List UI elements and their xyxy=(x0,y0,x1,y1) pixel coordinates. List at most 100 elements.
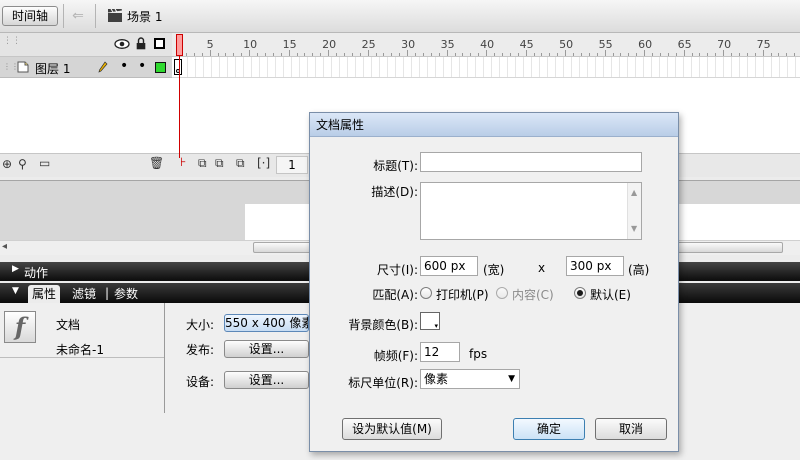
keyframe-cell[interactable] xyxy=(174,59,182,75)
title-input[interactable] xyxy=(420,152,642,172)
visibility-dot-icon[interactable]: • xyxy=(120,58,128,74)
ruler-tick xyxy=(699,53,701,56)
ruler-frame-number: 15 xyxy=(282,38,297,51)
ruler-tick xyxy=(185,53,187,56)
scroll-up-icon[interactable]: ▲ xyxy=(631,184,637,202)
ruler-frame-number: 20 xyxy=(322,38,337,51)
match-printer-radio[interactable] xyxy=(420,287,432,299)
match-contents-radio[interactable] xyxy=(496,287,508,299)
ruler-tick xyxy=(723,50,725,56)
match-default-label[interactable]: 默认(E) xyxy=(590,286,631,303)
layer-color-outline-icon[interactable] xyxy=(155,62,166,73)
ruler-tick xyxy=(573,53,574,56)
ok-button[interactable]: 确定 xyxy=(513,418,585,440)
match-default-radio[interactable] xyxy=(574,287,586,299)
tab-properties[interactable]: 属性 xyxy=(28,285,61,303)
ruler-tick xyxy=(375,53,377,56)
radio-selected-dot xyxy=(577,290,583,296)
ruler-tick xyxy=(478,53,480,56)
title-label: 标题(T): xyxy=(373,159,418,173)
insert-folder-icon[interactable]: ▭ xyxy=(39,156,50,170)
cancel-button[interactable]: 取消 xyxy=(595,418,667,440)
modify-onion-markers-icon[interactable]: [·] xyxy=(257,156,270,170)
ruler-tick xyxy=(604,50,606,56)
scroll-left-arrow-icon[interactable]: ◂ xyxy=(2,241,7,252)
show-hide-eye-icon[interactable] xyxy=(114,39,130,49)
back-arrow-icon[interactable]: ⇐ xyxy=(68,6,88,26)
height-unit-label: (高) xyxy=(628,263,650,277)
layer-page-icon xyxy=(17,61,29,73)
layer-row[interactable]: ⋮⋮ 图层 1 • • xyxy=(0,57,172,78)
ruler-frame-number: 10 xyxy=(243,38,258,51)
frames-row[interactable] xyxy=(172,57,800,78)
scene-label[interactable]: 场景 1 xyxy=(127,8,162,25)
ruler-tick xyxy=(391,53,393,56)
match-contents-label[interactable]: 内容(C) xyxy=(512,286,554,303)
ruler-tick xyxy=(407,50,409,56)
ruler-tick xyxy=(446,50,448,56)
timeline-toggle-button[interactable]: 时间轴 xyxy=(2,6,58,26)
ruler-tick xyxy=(454,53,456,56)
edit-multiple-frames-icon[interactable]: ⧉ xyxy=(236,156,245,171)
size-label: 大小: xyxy=(186,318,215,332)
onion-outline-icon[interactable]: ⧉ xyxy=(215,156,224,171)
center-frame-icon[interactable]: ⊦ xyxy=(180,155,186,169)
playhead-line xyxy=(179,56,180,158)
insert-layer-icon[interactable]: ⊕ xyxy=(2,157,12,171)
ruler-tick xyxy=(193,53,195,56)
ruler-tick xyxy=(430,53,432,56)
ruler-units-select[interactable]: 像素 ▼ xyxy=(420,369,520,389)
ruler-tick xyxy=(683,50,685,56)
ruler-tick xyxy=(525,50,527,56)
description-textarea[interactable]: ▲ ▼ xyxy=(420,182,642,240)
ruler-tick xyxy=(351,53,353,56)
frame-rate-input[interactable]: 12 xyxy=(420,342,460,362)
ruler-frame-number: 40 xyxy=(480,38,495,51)
tab-filters[interactable]: 滤镜 xyxy=(68,285,100,303)
lock-dot-icon[interactable]: • xyxy=(138,58,146,74)
outline-square-icon[interactable] xyxy=(154,38,165,49)
ruler-units-label: 标尺单位(R): xyxy=(348,376,418,390)
delete-layer-icon[interactable]: 🗑 xyxy=(149,156,164,170)
collapse-arrow-icon[interactable]: ▼ xyxy=(12,286,19,296)
ruler-tick xyxy=(557,53,559,56)
match-printer-label[interactable]: 打印机(P) xyxy=(436,286,489,303)
set-default-button[interactable]: 设为默认值(M) xyxy=(342,418,442,440)
ruler-frame-number: 60 xyxy=(638,38,653,51)
background-color-swatch[interactable]: ▾ xyxy=(420,312,440,330)
publish-label: 发布: xyxy=(186,343,215,357)
current-frame-field: 1 xyxy=(276,156,308,174)
width-input[interactable]: 600 px xyxy=(420,256,478,276)
ruler-tick xyxy=(762,50,764,56)
ruler-tick xyxy=(786,53,788,56)
motion-guide-icon[interactable]: ⚲ xyxy=(18,157,27,171)
dimensions-label: 尺寸(I): xyxy=(377,263,418,277)
frame-ruler[interactable]: 151015202530354045505560657075 xyxy=(172,33,800,57)
lock-icon[interactable] xyxy=(136,37,146,50)
ruler-tick xyxy=(746,53,748,56)
ruler-tick xyxy=(422,53,424,56)
playhead[interactable] xyxy=(176,34,183,56)
ruler-frame-number: 35 xyxy=(440,38,455,51)
device-settings-button[interactable]: 设置... xyxy=(224,371,309,389)
ruler-tick xyxy=(659,53,661,56)
ruler-tick xyxy=(501,53,503,56)
dimension-separator: x xyxy=(538,261,546,275)
actions-panel-title: 动作 xyxy=(24,266,49,280)
tab-parameters[interactable]: 参数 xyxy=(110,285,142,303)
description-scrollbar[interactable]: ▲ ▼ xyxy=(627,183,641,239)
tab-divider: | xyxy=(105,286,110,300)
scroll-down-icon[interactable]: ▼ xyxy=(631,220,637,238)
flash-document-icon: f xyxy=(4,311,36,343)
height-input[interactable]: 300 px xyxy=(566,256,624,276)
ruler-tick xyxy=(320,53,322,56)
onion-skin-icon[interactable]: ⧉ xyxy=(198,156,207,171)
dialog-title: 文档属性 xyxy=(310,113,678,137)
ruler-tick xyxy=(580,53,582,56)
layer-name[interactable]: 图层 1 xyxy=(35,60,70,77)
publish-settings-button[interactable]: 设置... xyxy=(224,340,309,358)
layer-header: ⋮⋮ xyxy=(0,33,172,57)
toolbar-divider xyxy=(63,4,64,28)
ruler-tick xyxy=(715,53,717,56)
document-size-button[interactable]: 550 x 400 像素 xyxy=(224,314,309,332)
